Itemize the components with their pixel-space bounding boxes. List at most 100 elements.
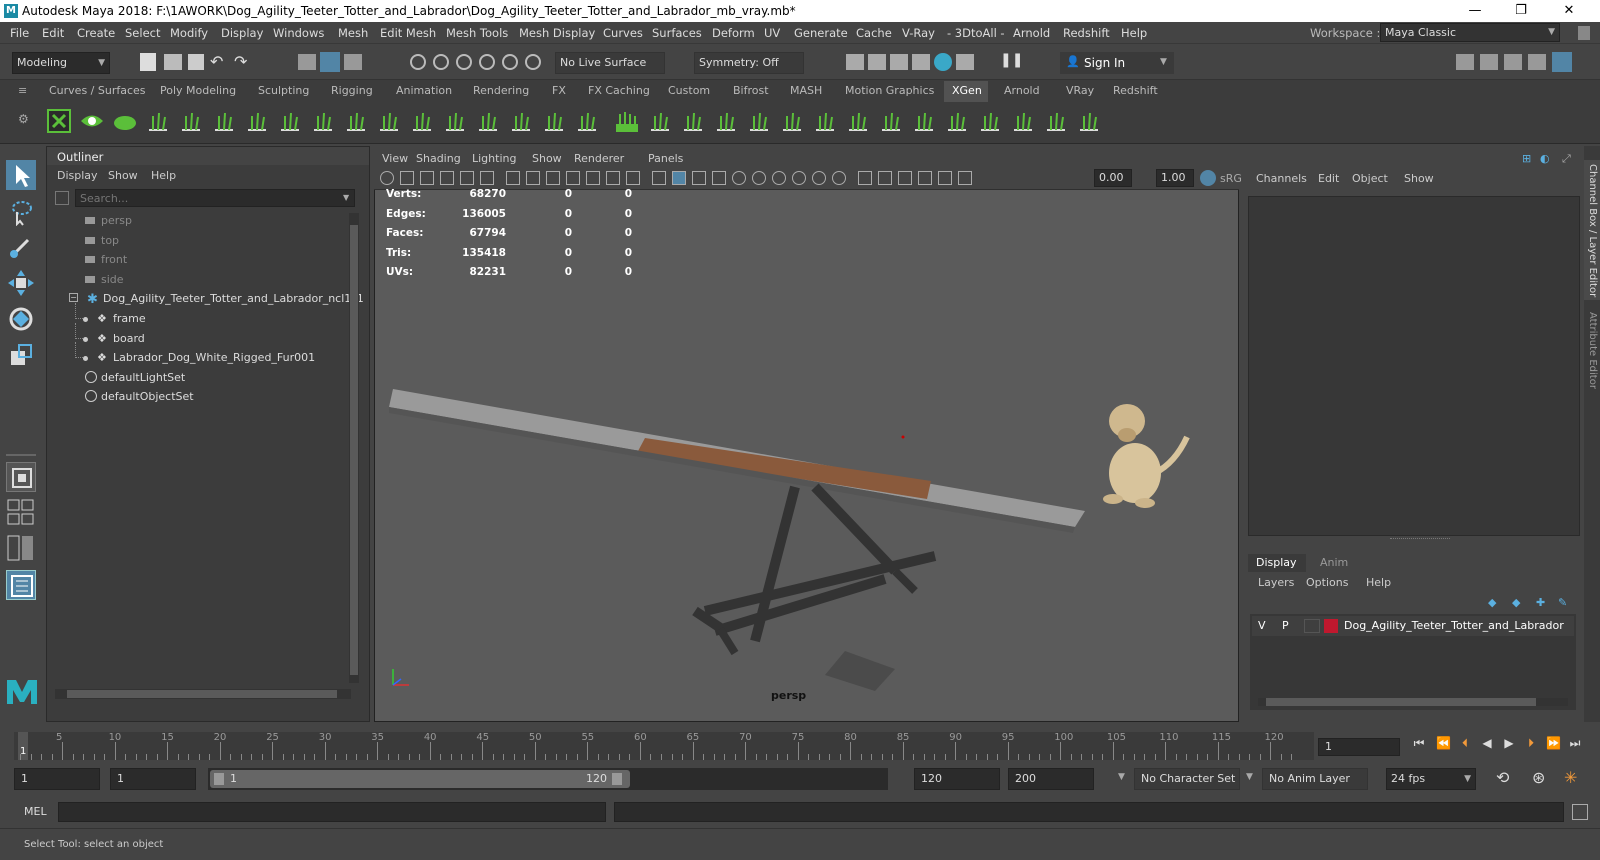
play-backwards-icon[interactable]: ◀	[1480, 736, 1494, 750]
outliner-item[interactable]: front	[47, 252, 347, 270]
2d-pan-zoom-icon[interactable]	[460, 171, 474, 185]
anti-aliasing-icon[interactable]	[812, 171, 826, 185]
image-plane-icon[interactable]	[440, 171, 454, 185]
character-set-menu-icon[interactable]: ▼	[1118, 772, 1125, 782]
select-camera-icon[interactable]	[380, 171, 394, 185]
hypershade-icon[interactable]	[934, 53, 952, 71]
tab-redshift[interactable]: Redshift	[1113, 84, 1158, 97]
xgen-primitive-icon[interactable]	[112, 108, 138, 134]
outliner-item[interactable]: persp	[47, 213, 347, 231]
menu-uv[interactable]: UV	[764, 26, 780, 40]
animation-end-field[interactable]: 200	[1008, 768, 1094, 790]
default-material-icon[interactable]	[692, 171, 706, 185]
menu-deform[interactable]: Deform	[712, 26, 755, 40]
side-tab-channel-box[interactable]: Channel Box / Layer Editor	[1584, 160, 1600, 300]
go-to-start-icon[interactable]: ⏮	[1412, 736, 1426, 750]
groom-density-icon[interactable]	[647, 108, 673, 134]
shelf-options-icon[interactable]: ⚙	[18, 112, 29, 126]
layer-name[interactable]: Dog_Agility_Teeter_Totter_and_Labrador	[1344, 619, 1564, 632]
groom-grass-icon[interactable]	[614, 108, 640, 134]
menu-arnold[interactable]: Arnold	[1013, 26, 1050, 40]
minimize-button[interactable]: —	[1452, 0, 1498, 22]
maximize-button[interactable]: ❐	[1498, 0, 1544, 22]
layer-playback-toggle[interactable]: P	[1282, 619, 1289, 632]
menu-help[interactable]: Help	[1121, 26, 1147, 40]
xgen-collection-icon[interactable]	[46, 108, 72, 134]
range-slider-handle[interactable]: 1 120	[210, 770, 630, 788]
grid-icon[interactable]	[506, 171, 520, 185]
filter-icon[interactable]	[55, 191, 69, 205]
xray-joints-icon[interactable]	[898, 171, 912, 185]
step-back-frame-icon[interactable]: ⏪	[1436, 736, 1451, 750]
outliner-layout-icon[interactable]	[6, 570, 36, 600]
motion-blur-icon[interactable]	[792, 171, 806, 185]
new-layer-selected-icon[interactable]: ✎	[1558, 596, 1567, 609]
outliner-item[interactable]: side	[47, 272, 347, 290]
rotate-tool-icon[interactable]	[6, 304, 36, 334]
viewport-menu-renderer[interactable]: Renderer	[574, 152, 624, 165]
move-layer-up-icon[interactable]: ◆	[1488, 596, 1496, 609]
menu-edit-mesh[interactable]: Edit Mesh	[380, 26, 436, 40]
play-forwards-icon[interactable]: ▶	[1502, 736, 1516, 750]
animation-start-field[interactable]: 1	[14, 768, 100, 790]
xray-components-icon[interactable]	[918, 171, 932, 185]
side-tab-attribute-editor[interactable]: Attribute Editor	[1584, 312, 1600, 398]
outliner-menu-show[interactable]: Show	[108, 169, 138, 182]
mode-dropdown[interactable]: Modeling ▼	[12, 52, 110, 74]
snap-surface-icon[interactable]	[502, 54, 518, 70]
normalize-guides-icon[interactable]	[376, 108, 402, 134]
outliner-item[interactable]: defaultObjectSet	[47, 389, 347, 407]
new-scene-icon[interactable]	[140, 53, 156, 71]
render-frame-icon[interactable]	[846, 54, 864, 70]
viewport-menu-shading[interactable]: Shading	[416, 152, 461, 165]
tab-mash[interactable]: MASH	[790, 84, 822, 97]
textured-icon[interactable]	[712, 171, 726, 185]
outliner-item[interactable]: defaultLightSet	[47, 370, 347, 388]
character-controls-icon[interactable]	[1480, 54, 1498, 70]
persp-outliner-layout-icon[interactable]	[6, 534, 36, 562]
groom-cut-icon[interactable]	[680, 108, 706, 134]
safe-title-icon[interactable]	[626, 171, 640, 185]
gate-mask-icon[interactable]	[566, 171, 580, 185]
select-hierarchy-icon[interactable]	[298, 54, 316, 70]
menu-select[interactable]: Select	[125, 26, 160, 40]
tab-curves-surfaces[interactable]: Curves / Surfaces	[49, 84, 146, 97]
use-all-lights-icon[interactable]	[732, 171, 746, 185]
groom-comb-icon[interactable]	[713, 108, 739, 134]
color-management-icon[interactable]	[1200, 170, 1216, 186]
lock-guides-icon[interactable]	[343, 108, 369, 134]
range-start-grip[interactable]	[214, 773, 224, 785]
bookmark-icon[interactable]	[420, 171, 434, 185]
groom-freeze-icon[interactable]	[1010, 108, 1036, 134]
shelf-menu-icon[interactable]: ≡	[18, 84, 27, 97]
step-forward-key-icon[interactable]: ⏵	[1524, 736, 1538, 750]
move-layer-down-icon[interactable]: ◆	[1512, 596, 1520, 609]
live-surface-field[interactable]: No Live Surface	[555, 52, 665, 74]
menu-display[interactable]: Display	[221, 26, 263, 40]
render-view-icon[interactable]	[956, 54, 974, 70]
menu-cache[interactable]: Cache	[856, 26, 892, 40]
layer-visibility-toggle[interactable]: V	[1258, 619, 1266, 632]
shadows-icon[interactable]	[752, 171, 766, 185]
layer-row[interactable]: V P Dog_Agility_Teeter_Totter_and_Labrad…	[1252, 616, 1574, 636]
workspace-dropdown[interactable]: Maya Classic ▼	[1380, 23, 1560, 42]
xgen-description-icon[interactable]	[79, 108, 105, 134]
outliner-hscrollbar[interactable]	[55, 689, 351, 699]
tab-animation[interactable]: Animation	[396, 84, 452, 97]
channel-box-area[interactable]	[1248, 196, 1580, 536]
range-end-grip[interactable]	[612, 773, 622, 785]
toggle-icon[interactable]: ◐	[1540, 152, 1550, 165]
guides-to-curves-icon[interactable]	[508, 108, 534, 134]
menu-mesh[interactable]: Mesh	[338, 26, 368, 40]
render-sequence-icon[interactable]	[868, 54, 886, 70]
groom-width-icon[interactable]	[944, 108, 970, 134]
menu-redshift[interactable]: Redshift	[1063, 26, 1110, 40]
ipr-render-icon[interactable]	[890, 54, 908, 70]
time-slider-track[interactable]: 1 5 10 15 20 25 30 35 40 45 50 55 60 65 70 75 80 85 90 95 1…	[14, 732, 1314, 760]
outliner-item[interactable]: top	[47, 233, 347, 251]
layers-options-menu[interactable]: Options	[1306, 576, 1348, 589]
layer-color-swatch[interactable]	[1324, 619, 1338, 633]
channels-show-menu[interactable]: Show	[1404, 172, 1434, 185]
tab-arnold[interactable]: Arnold	[1004, 84, 1040, 97]
xray-icon[interactable]	[878, 171, 892, 185]
